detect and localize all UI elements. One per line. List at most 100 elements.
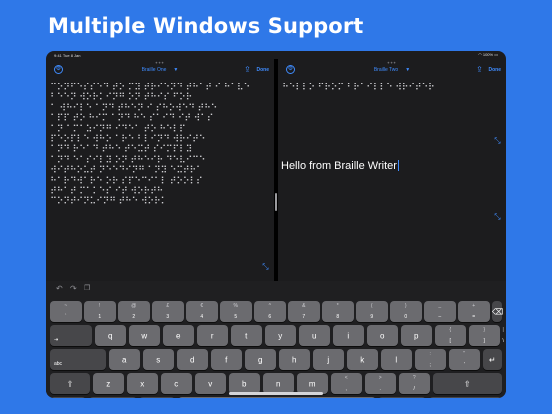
right-done-button[interactable]: Done <box>489 67 502 73</box>
hide-keyboard-key[interactable]: ⌨ <box>428 397 502 398</box>
collapse-icon[interactable]: ⤡ <box>493 136 502 145</box>
key-g[interactable]: g <box>244 349 276 370</box>
divider-handle[interactable] <box>275 193 277 211</box>
key-b[interactable]: b <box>228 373 260 394</box>
key-label: – <box>438 314 442 320</box>
key-`[interactable]: ~ ` <box>50 301 82 322</box>
right-doc-title[interactable]: Braille Two ▼ <box>374 67 410 73</box>
key-9[interactable]: (9 <box>356 301 388 322</box>
caps-key[interactable]: abc <box>50 349 106 370</box>
redo-icon[interactable]: ↷ <box>70 284 77 293</box>
key-label: ' <box>463 362 465 368</box>
key-/[interactable]: ? / <box>398 373 430 394</box>
key-label: 9 <box>370 314 374 320</box>
key-u[interactable]: u <box>298 325 330 346</box>
print-text[interactable]: Hello from Braille Writer <box>281 160 399 172</box>
delete-key[interactable]: ⌫ <box>492 301 504 322</box>
key-2[interactable]: @2 <box>118 301 150 322</box>
braille-line: ⠓⠑⠇⠇⠕ ⠋⠗⠕⠍ ⠃⠗⠁⠊⠇⠇⠑ ⠺⠗⠊⠞⠑⠗ <box>282 83 435 93</box>
emoji-key[interactable]: ☻ <box>50 397 86 398</box>
left-window[interactable]: ••• ⚙ Braille One ▼ ⇪ Done ⠉⠕⠝⠋⠑⠎⠎⠑⠙ ⠞⠕ ⠍… <box>46 59 274 281</box>
numbers-key-right[interactable]: .?123 <box>378 397 426 398</box>
key-i[interactable]: i <box>332 325 364 346</box>
expand-icon[interactable]: ⤡ <box>261 262 270 271</box>
key-,[interactable]: <, <box>330 373 362 394</box>
key-alt-label: : <box>429 351 431 357</box>
key-v[interactable]: v <box>194 373 226 394</box>
key-s[interactable]: s <box>142 349 174 370</box>
key-f[interactable]: f <box>210 349 242 370</box>
key-x[interactable]: x <box>126 373 158 394</box>
key-z[interactable]: z <box>92 373 124 394</box>
right-navbar: ⚙ Braille Two ▼ ⇪ Done <box>278 59 506 79</box>
key-label: u <box>312 331 317 340</box>
headline: Multiple Windows Support <box>48 14 364 38</box>
key-7[interactable]: & 7 <box>288 301 320 322</box>
key-6[interactable]: ^ 6 <box>254 301 286 322</box>
key-m[interactable]: m <box>296 373 328 394</box>
key-j[interactable]: j <box>312 349 344 370</box>
shift-key-left[interactable]: ⇧ <box>50 373 90 394</box>
key-label: [ <box>449 338 451 344</box>
undo-icon[interactable]: ↶ <box>56 284 63 293</box>
left-done-button[interactable]: Done <box>257 67 270 73</box>
key-alt-label: & <box>302 303 306 309</box>
key-;[interactable]: :; <box>414 349 446 370</box>
key-d[interactable]: d <box>176 349 208 370</box>
expand-icon[interactable]: ⤡ <box>493 212 502 221</box>
key-a[interactable]: a <box>108 349 140 370</box>
key-p[interactable]: p <box>400 325 432 346</box>
home-indicator <box>229 392 323 395</box>
key-label: 8 <box>336 314 340 320</box>
paste-icon[interactable]: ❐ <box>84 284 90 292</box>
dictation-key[interactable]: 🎙 <box>139 397 175 398</box>
key-w[interactable]: w <box>128 325 160 346</box>
share-icon[interactable]: ⇪ <box>475 65 484 74</box>
left-doc-title[interactable]: Braille One ▼ <box>142 67 179 73</box>
left-braille-text[interactable]: ⠉⠕⠝⠋⠑⠎⠎⠑⠙ ⠞⠕ ⠍⠽ ⠞⠗⠊⠑⠝⠙ ⠞⠓⠁⠞ ⠊ ⠓⠁⠧⠑ ⠃⠑⠑⠝ ⠺… <box>50 83 270 208</box>
space-bar[interactable] <box>177 397 376 398</box>
key-h[interactable]: h <box>278 349 310 370</box>
key-4[interactable]: €4 <box>186 301 218 322</box>
key-l[interactable]: l <box>380 349 412 370</box>
share-icon[interactable]: ⇪ <box>243 65 252 74</box>
key-label: y <box>278 331 283 340</box>
key-8[interactable]: * 8 <box>322 301 354 322</box>
key-–[interactable]: _ – <box>424 301 456 322</box>
key-label: / <box>413 386 415 392</box>
key-n[interactable]: n <box>262 373 294 394</box>
key-'[interactable]: " ' <box>448 349 480 370</box>
key-y[interactable]: y <box>264 325 296 346</box>
key-label: p <box>414 331 419 340</box>
key-q[interactable]: q <box>94 325 126 346</box>
settings-icon[interactable]: ⚙ <box>54 65 63 74</box>
right-window[interactable]: ••• ⚙ Braille Two ▼ ⇪ Done ⠓⠑⠇⠇⠕ ⠋⠗⠕⠍ ⠃⠗⠁… <box>278 59 506 281</box>
key-5[interactable]: % 5 <box>220 301 252 322</box>
caps-lock-icon: abc <box>54 361 63 367</box>
key-o[interactable]: o <box>366 325 398 346</box>
delete-icon: ⌫ <box>492 307 504 316</box>
numbers-key-left[interactable]: .?123 <box>88 397 137 398</box>
key-t[interactable]: t <box>230 325 262 346</box>
key-1[interactable]: ! 1 <box>84 301 116 322</box>
right-braille-text[interactable]: ⠓⠑⠇⠇⠕ ⠋⠗⠕⠍ ⠃⠗⠁⠊⠇⠇⠑ ⠺⠗⠊⠞⠑⠗ <box>282 83 502 93</box>
key-label: 3 <box>166 314 170 320</box>
key-r[interactable]: r <box>196 325 228 346</box>
key-label: z <box>106 379 111 388</box>
key-label: r <box>210 331 214 340</box>
key-k[interactable]: k <box>346 349 378 370</box>
key-e[interactable]: e <box>162 325 194 346</box>
key-label: j <box>327 355 330 364</box>
key-c[interactable]: c <box>160 373 192 394</box>
key-3[interactable]: £3 <box>152 301 184 322</box>
key-label: a <box>122 355 127 364</box>
key-0[interactable]: ) 0 <box>390 301 422 322</box>
shift-key-right[interactable]: ⇧ <box>432 373 502 394</box>
key-.[interactable]: >. <box>364 373 396 394</box>
return-key[interactable]: ↵ <box>482 349 502 370</box>
key-=[interactable]: + = <box>458 301 490 322</box>
tab-key[interactable]: ⇥ <box>50 325 92 346</box>
key-][interactable]: }] <box>468 325 500 346</box>
settings-icon[interactable]: ⚙ <box>286 65 295 74</box>
key-[[interactable]: {[ <box>434 325 466 346</box>
